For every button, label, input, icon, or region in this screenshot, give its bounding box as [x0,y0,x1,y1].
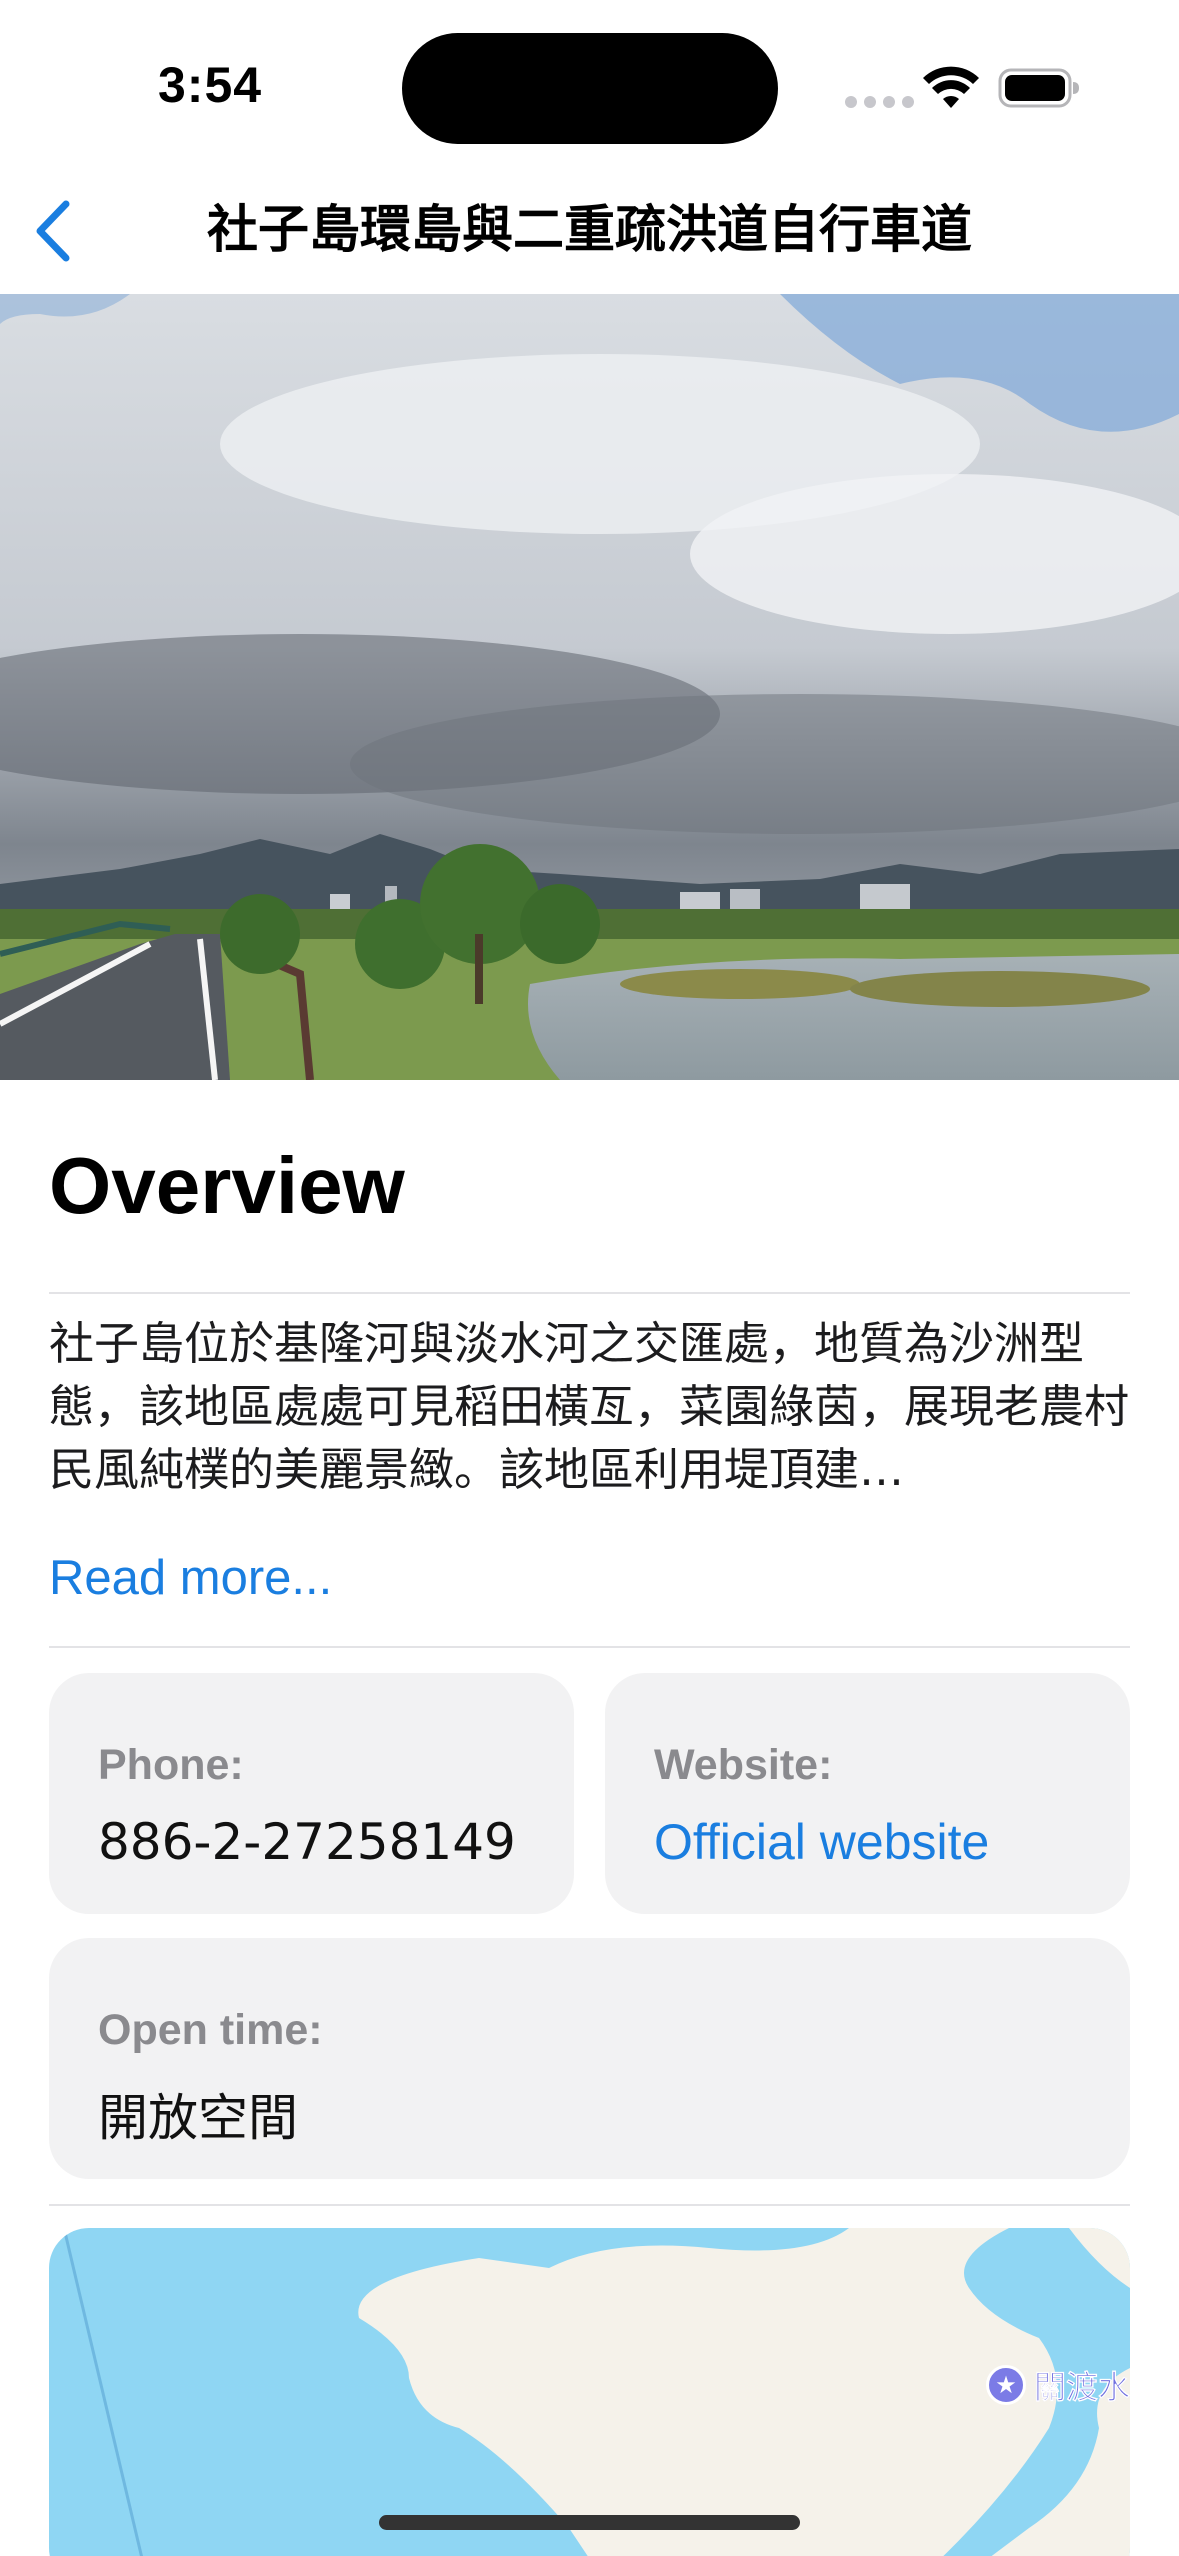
dynamic-island [402,33,778,144]
overview-text: 社子島位於基隆河與淡水河之交匯處，地質為沙洲型態，該地區處處可見稻田橫亙，菜園綠… [49,1317,1130,1496]
map-poi[interactable]: ★ 關渡水 [986,2362,1130,2408]
open-time-value: 開放空間 [98,2089,298,2147]
website-card: Website: Official website [605,1673,1130,1914]
battery-icon [998,68,1079,108]
phone-label: Phone: [98,1741,244,1789]
website-label: Website: [654,1741,833,1789]
navigation-bar: 社子島環島與二重疏洪道自行車道 [0,170,1179,294]
divider [49,1292,1130,1294]
read-more-link[interactable]: Read more... [49,1550,332,1606]
divider [49,1646,1130,1648]
open-time-label: Open time: [98,2006,323,2054]
page-title: 社子島環島與二重疏洪道自行車道 [206,201,972,260]
map-poi-label: 關渡水 [1034,2368,1130,2406]
map-view[interactable]: ★ 關渡水 [49,2228,1130,2556]
website-link[interactable]: Official website [654,1813,989,1871]
wifi-icon [923,66,979,108]
phone-value[interactable]: 886-2-27258149 [98,1813,516,1871]
back-button[interactable] [20,196,90,266]
phone-card: Phone: 886-2-27258149 [49,1673,574,1914]
divider [49,2204,1130,2206]
star-icon: ★ [986,2365,1026,2405]
chevron-left-icon [36,200,70,262]
status-time: 3:54 [158,57,263,113]
hero-photo [0,294,1179,1080]
cellular-signal-icon [845,96,914,108]
home-indicator[interactable] [379,2515,800,2530]
overview-heading: Overview [49,1141,405,1230]
open-time-card: Open time: 開放空間 [49,1938,1130,2179]
status-bar: 3:54 [0,0,1179,170]
